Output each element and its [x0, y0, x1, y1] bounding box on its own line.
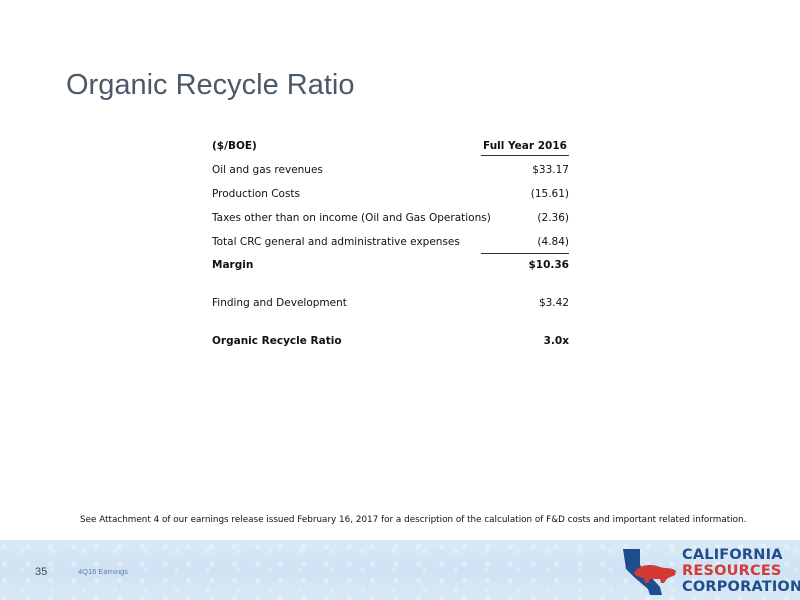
page-number: 35	[35, 566, 48, 578]
logo-line-3: CORPORATION	[682, 579, 800, 595]
financial-table: ($/BOE) Full Year 2016 Oil and gas reven…	[211, 137, 569, 350]
unit-header: ($/BOE)	[212, 140, 257, 152]
row-value: $10.36	[528, 259, 569, 271]
row-label: Oil and gas revenues	[212, 164, 323, 176]
logo-line-2: RESOURCES	[682, 563, 782, 579]
table-row-margin: Margin $10.36	[211, 256, 569, 274]
row-value: (4.84)	[537, 236, 569, 248]
row-label: Production Costs	[212, 188, 301, 200]
table-row-g-and-a: Total CRC general and administrative exp…	[211, 233, 569, 251]
table-row-finding-development: Finding and Development $3.42	[211, 294, 569, 312]
page-title: Organic Recycle Ratio	[66, 69, 355, 102]
row-label: Organic Recycle Ratio	[212, 335, 342, 347]
column-header: Full Year 2016	[481, 137, 569, 156]
table-row-production-costs: Production Costs (15.61)	[211, 185, 569, 203]
table-row-oil-gas-revenues: Oil and gas revenues $33.17	[211, 161, 569, 179]
row-value: (15.61)	[530, 188, 569, 200]
row-value: $33.17	[532, 164, 569, 176]
table-row-taxes: Taxes other than on income (Oil and Gas …	[211, 209, 569, 227]
row-label: Taxes other than on income (Oil and Gas …	[212, 212, 491, 224]
footnote: See Attachment 4 of our earnings release…	[80, 515, 747, 525]
california-bear-logo-icon	[623, 549, 676, 595]
row-value: (2.36)	[537, 212, 569, 224]
row-label: Margin	[212, 259, 254, 271]
row-value: 3.0x	[543, 335, 569, 347]
total-divider	[481, 253, 569, 254]
table-row-organic-recycle-ratio: Organic Recycle Ratio 3.0x	[211, 332, 569, 350]
row-label: Total CRC general and administrative exp…	[212, 236, 460, 248]
row-label: Finding and Development	[212, 297, 347, 309]
logo-line-1: CALIFORNIA	[682, 547, 783, 563]
table-header-row: ($/BOE) Full Year 2016	[211, 137, 569, 156]
row-value: $3.42	[538, 297, 569, 309]
company-logo: CALIFORNIA RESOURCES CORPORATION	[620, 545, 800, 597]
footer-label: 4Q16 Earnings	[78, 567, 129, 576]
